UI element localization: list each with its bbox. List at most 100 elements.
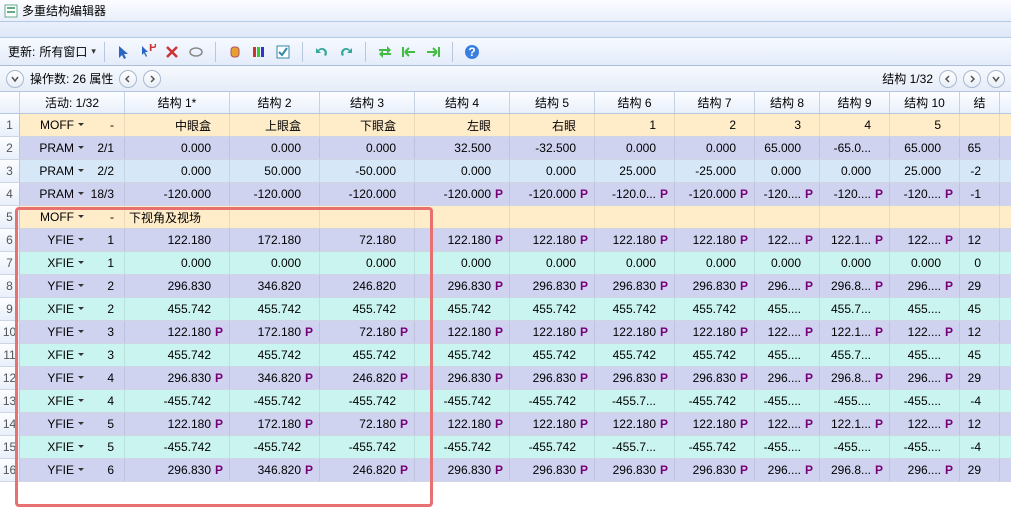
col-header[interactable]: 结构 4: [415, 92, 510, 113]
dropdown-icon[interactable]: [77, 164, 85, 178]
data-cell[interactable]: 296.830P: [415, 275, 510, 297]
data-cell[interactable]: 12: [960, 229, 1000, 251]
data-cell[interactable]: 0.000: [320, 252, 415, 274]
command-cell[interactable]: XFIE4: [20, 390, 125, 412]
data-cell[interactable]: 122.180P: [510, 413, 595, 435]
color-bars-icon[interactable]: [250, 43, 268, 61]
col-header[interactable]: 结构 2: [230, 92, 320, 113]
command-cell[interactable]: YFIE4: [20, 367, 125, 389]
data-cell[interactable]: 122.180P: [675, 321, 755, 343]
data-cell[interactable]: -4: [960, 436, 1000, 458]
data-cell[interactable]: 0: [960, 252, 1000, 274]
command-cell[interactable]: YFIE2: [20, 275, 125, 297]
data-cell[interactable]: 296.8...P: [820, 459, 890, 481]
data-cell[interactable]: 172.180P: [230, 413, 320, 435]
data-cell[interactable]: 455.742: [320, 298, 415, 320]
data-cell[interactable]: 左眼: [415, 114, 510, 136]
dropdown-icon[interactable]: [77, 187, 85, 201]
col-header[interactable]: 结构 1*: [125, 92, 230, 113]
data-cell[interactable]: -455....: [890, 390, 960, 412]
data-cell[interactable]: [960, 114, 1000, 136]
data-cell[interactable]: -455.742: [415, 436, 510, 458]
col-header[interactable]: 结构 6: [595, 92, 675, 113]
swap-icon[interactable]: [376, 43, 394, 61]
data-cell[interactable]: 296.830P: [675, 275, 755, 297]
data-cell[interactable]: 296.830P: [415, 367, 510, 389]
command-cell[interactable]: XFIE3: [20, 344, 125, 366]
data-cell[interactable]: -455.7...: [595, 390, 675, 412]
command-cell[interactable]: XFIE2: [20, 298, 125, 320]
dropdown-icon[interactable]: [77, 256, 85, 270]
data-cell[interactable]: -50.000: [320, 160, 415, 182]
data-cell[interactable]: 0.000: [510, 252, 595, 274]
col-header[interactable]: 结构 5: [510, 92, 595, 113]
data-cell[interactable]: -32.500: [510, 137, 595, 159]
update-dropdown-icon[interactable]: ▾: [91, 46, 96, 57]
data-cell[interactable]: -120.000: [320, 183, 415, 205]
data-cell[interactable]: -455.742: [320, 390, 415, 412]
data-cell[interactable]: 296.8...P: [820, 367, 890, 389]
col-header[interactable]: [0, 92, 20, 113]
data-cell[interactable]: -455....: [755, 390, 820, 412]
data-cell[interactable]: 下视角及视场: [125, 206, 230, 228]
data-cell[interactable]: 122.180P: [595, 321, 675, 343]
data-cell[interactable]: -2: [960, 160, 1000, 182]
command-cell[interactable]: MOFF-: [20, 114, 125, 136]
data-cell[interactable]: 296.830P: [125, 459, 230, 481]
data-cell[interactable]: 72.180P: [320, 321, 415, 343]
data-cell[interactable]: 122.180P: [510, 321, 595, 343]
col-header[interactable]: 结构 8: [755, 92, 820, 113]
data-cell[interactable]: 29: [960, 459, 1000, 481]
data-cell[interactable]: 右眼: [510, 114, 595, 136]
data-cell[interactable]: 3: [755, 114, 820, 136]
data-cell[interactable]: 455....: [890, 298, 960, 320]
command-cell[interactable]: MOFF-: [20, 206, 125, 228]
command-cell[interactable]: PRAM2/2: [20, 160, 125, 182]
data-cell[interactable]: 296.830P: [415, 459, 510, 481]
data-cell[interactable]: 122....P: [755, 321, 820, 343]
data-cell[interactable]: 455.742: [675, 298, 755, 320]
data-cell[interactable]: -455....: [755, 436, 820, 458]
data-cell[interactable]: 0.000: [230, 137, 320, 159]
data-cell[interactable]: 12: [960, 321, 1000, 343]
data-cell[interactable]: 122.1...P: [820, 413, 890, 435]
data-cell[interactable]: 0.000: [415, 160, 510, 182]
data-cell[interactable]: -455.742: [415, 390, 510, 412]
data-cell[interactable]: -120.000: [230, 183, 320, 205]
data-cell[interactable]: 296.830P: [510, 275, 595, 297]
data-cell[interactable]: 122.1...P: [820, 229, 890, 251]
data-cell[interactable]: 0.000: [415, 252, 510, 274]
dropdown-icon[interactable]: [77, 417, 85, 431]
data-cell[interactable]: 455.742: [595, 344, 675, 366]
data-cell[interactable]: -455....: [890, 436, 960, 458]
data-cell[interactable]: -120....P: [820, 183, 890, 205]
col-header[interactable]: 活动: 1/32: [20, 92, 125, 113]
data-cell[interactable]: -65.0...: [820, 137, 890, 159]
data-cell[interactable]: -455....: [820, 390, 890, 412]
arrow-p-icon[interactable]: P: [139, 43, 157, 61]
data-cell[interactable]: 455.742: [675, 344, 755, 366]
data-cell[interactable]: 296.830: [125, 275, 230, 297]
data-cell[interactable]: 65: [960, 137, 1000, 159]
data-cell[interactable]: 455....: [755, 298, 820, 320]
command-cell[interactable]: PRAM18/3: [20, 183, 125, 205]
data-cell[interactable]: 296.830P: [675, 367, 755, 389]
dropdown-icon[interactable]: [77, 348, 85, 362]
checkbox-icon[interactable]: [274, 43, 292, 61]
delete-x-icon[interactable]: [163, 43, 181, 61]
data-cell[interactable]: 122....P: [890, 413, 960, 435]
data-cell[interactable]: -120....P: [890, 183, 960, 205]
data-cell[interactable]: 122.180P: [595, 229, 675, 251]
data-cell[interactable]: 0.000: [320, 137, 415, 159]
dropdown-icon[interactable]: [77, 440, 85, 454]
struct-prev-button[interactable]: [939, 70, 957, 88]
barrel-icon[interactable]: [226, 43, 244, 61]
data-cell[interactable]: 0.000: [125, 137, 230, 159]
ellipse-icon[interactable]: [187, 43, 205, 61]
data-cell[interactable]: -120.000P: [510, 183, 595, 205]
data-cell[interactable]: 0.000: [510, 160, 595, 182]
dropdown-icon[interactable]: [77, 302, 85, 316]
data-cell[interactable]: 296....P: [890, 275, 960, 297]
data-cell[interactable]: -455.742: [675, 436, 755, 458]
command-cell[interactable]: YFIE3: [20, 321, 125, 343]
